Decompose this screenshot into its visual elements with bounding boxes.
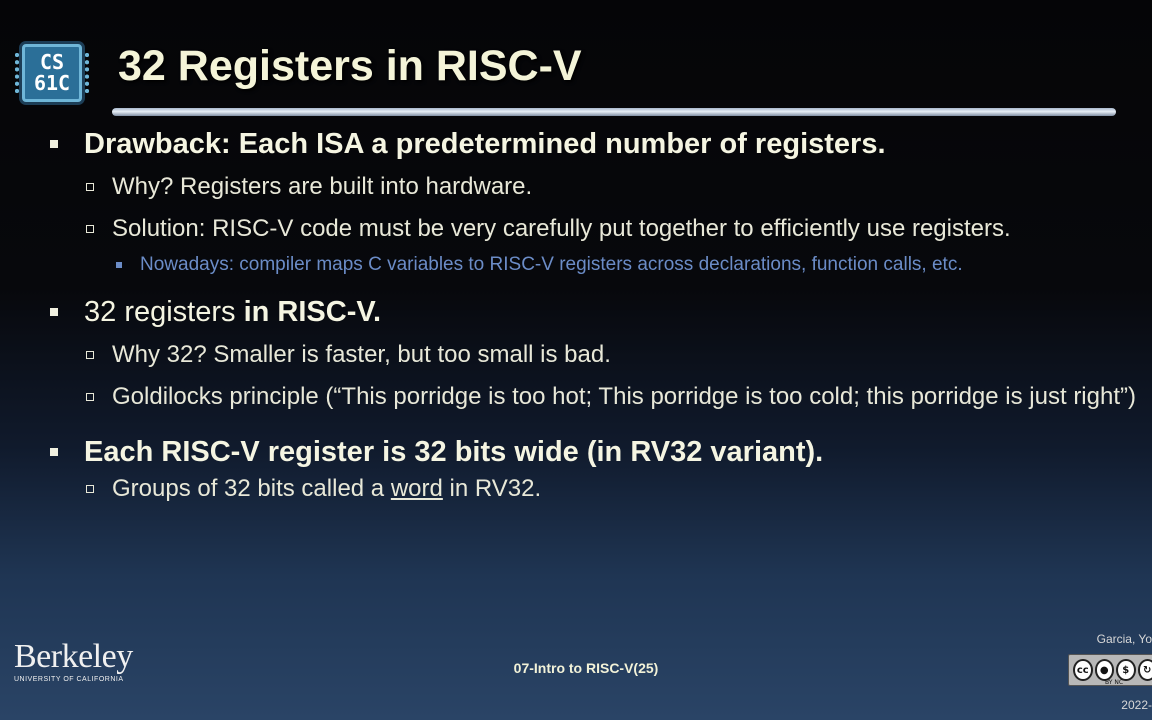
sub-bullet-word-post: in RV32. bbox=[442, 475, 542, 502]
hollow-square-bullet-icon bbox=[86, 225, 94, 233]
author-credit: Garcia, Yo bbox=[1096, 632, 1152, 646]
sub-bullet-why-32-text: Why 32? Smaller is faster, but too small… bbox=[112, 341, 611, 368]
date-label: 2022- bbox=[1121, 698, 1152, 712]
nc-icon: $ bbox=[1116, 659, 1136, 681]
sub-bullet-word-pre: Groups of 32 bits called a bbox=[112, 475, 391, 502]
creative-commons-badge: cc ● $ ↻ BY NC bbox=[1068, 654, 1152, 686]
square-bullet-icon bbox=[50, 448, 58, 456]
license-tags: BY NC bbox=[1105, 679, 1124, 686]
term-word: word bbox=[390, 475, 443, 502]
lecture-footer: 07-Intro to RISC-V(25) bbox=[513, 660, 659, 676]
bullet-32-registers-text: 32 registers bbox=[84, 296, 244, 328]
slide-body: Drawback: Each ISA a predetermined numbe… bbox=[50, 126, 1140, 506]
sub-bullet-solution: Solution: RISC-V code must be very caref… bbox=[50, 212, 1140, 246]
cs61c-logo: CS 61C bbox=[15, 44, 89, 102]
sub-sub-bullet-nowadays: Nowadays: compiler maps C variables to R… bbox=[50, 250, 1140, 280]
sub-bullet-why-text: Why? Registers are built into hardware. bbox=[112, 173, 533, 200]
title-underline-bar bbox=[112, 108, 1116, 116]
small-square-bullet-icon bbox=[116, 262, 122, 268]
by-icon: ● bbox=[1094, 659, 1114, 681]
bullet-32-registers: 32 registers in RISC-V. bbox=[50, 294, 1140, 330]
bullet-32-registers-bold: in RISC-V. bbox=[243, 296, 382, 328]
bullet-register-width-text: Each RISC-V register is 32 bits wide (in… bbox=[84, 436, 824, 468]
slide-title: 32 Registers in RISC-V bbox=[118, 42, 582, 90]
sub-bullet-why-32: Why 32? Smaller is faster, but too small… bbox=[50, 338, 1140, 372]
hollow-square-bullet-icon bbox=[86, 183, 94, 191]
logo-line-1: CS bbox=[39, 50, 65, 74]
sub-bullet-why: Why? Registers are built into hardware. bbox=[50, 170, 1140, 204]
sub-bullet-word: Groups of 32 bits called a word in RV32. bbox=[50, 472, 1140, 506]
square-bullet-icon bbox=[50, 140, 58, 148]
bullet-drawback: Drawback: Each ISA a predetermined numbe… bbox=[50, 126, 1140, 162]
cc-icon: cc bbox=[1073, 659, 1093, 681]
sub-bullet-goldilocks: Goldilocks principle (“This porridge is … bbox=[50, 380, 1140, 414]
sa-icon: ↻ bbox=[1137, 659, 1152, 681]
sub-sub-bullet-nowadays-text: Nowadays: compiler maps C variables to R… bbox=[140, 254, 963, 275]
hollow-square-bullet-icon bbox=[86, 351, 94, 359]
logo-line-2: 61C bbox=[33, 71, 71, 95]
sub-bullet-solution-text: Solution: RISC-V code must be very caref… bbox=[112, 215, 1011, 242]
hollow-square-bullet-icon bbox=[86, 485, 94, 493]
berkeley-subtitle: UNIVERSITY OF CALIFORNIA bbox=[14, 676, 124, 683]
hollow-square-bullet-icon bbox=[86, 393, 94, 401]
sub-bullet-goldilocks-text: Goldilocks principle (“This porridge is … bbox=[112, 383, 1136, 410]
bullet-register-width: Each RISC-V register is 32 bits wide (in… bbox=[50, 434, 1140, 470]
square-bullet-icon bbox=[50, 308, 58, 316]
bullet-drawback-text: Drawback: Each ISA a predetermined numbe… bbox=[84, 128, 886, 160]
